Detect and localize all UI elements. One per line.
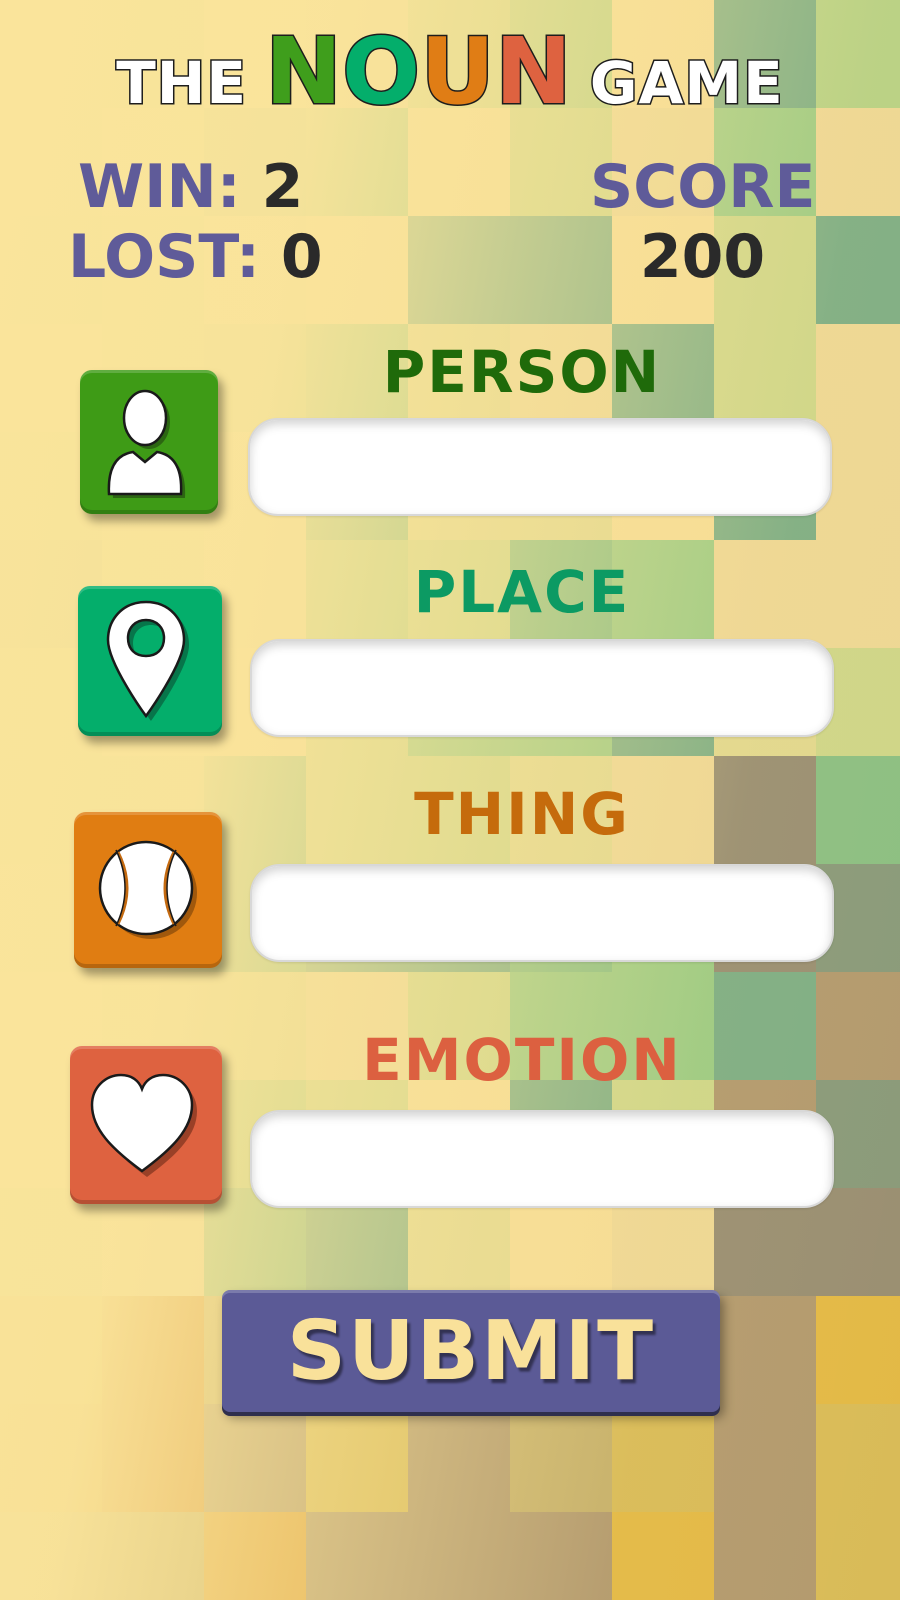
thing-input[interactable] (250, 864, 834, 962)
submit-button[interactable]: SUBMIT (222, 1290, 720, 1412)
place-label: PLACE (413, 558, 631, 626)
game-title: THE NOUN GAME (0, 17, 900, 127)
person-input[interactable] (248, 418, 832, 516)
title-suffix: GAME (588, 48, 784, 119)
title-noun-letter-2: O (340, 17, 421, 127)
emotion-category-button[interactable] (70, 1046, 222, 1204)
person-label: PERSON (382, 338, 662, 406)
lost-value: 0 (280, 222, 323, 292)
heart-icon (90, 1073, 197, 1177)
lost-label: LOST: (68, 222, 260, 292)
score-value: 200 (639, 222, 766, 292)
lost-counter: LOST: 0 (68, 222, 323, 292)
title-prefix: THE (115, 48, 248, 119)
place-input[interactable] (250, 639, 834, 737)
thing-label: THING (414, 780, 630, 848)
score-label: SCORE (590, 152, 816, 222)
map-pin-icon (106, 600, 189, 721)
win-label: WIN: (78, 152, 241, 222)
submit-label: SUBMIT (286, 1303, 656, 1399)
emotion-input[interactable] (250, 1110, 834, 1208)
title-noun-letter-3: U (419, 17, 497, 127)
title-noun-letter-1: N (263, 17, 343, 127)
person-icon (107, 389, 186, 498)
win-value: 2 (261, 152, 304, 222)
emotion-label: EMOTION (362, 1026, 682, 1094)
person-category-button[interactable] (80, 370, 218, 514)
baseball-icon (98, 840, 197, 939)
thing-category-button[interactable] (74, 812, 222, 968)
win-counter: WIN: 2 (78, 152, 303, 222)
place-category-button[interactable] (78, 586, 222, 736)
title-noun-letter-4: N (493, 17, 573, 127)
